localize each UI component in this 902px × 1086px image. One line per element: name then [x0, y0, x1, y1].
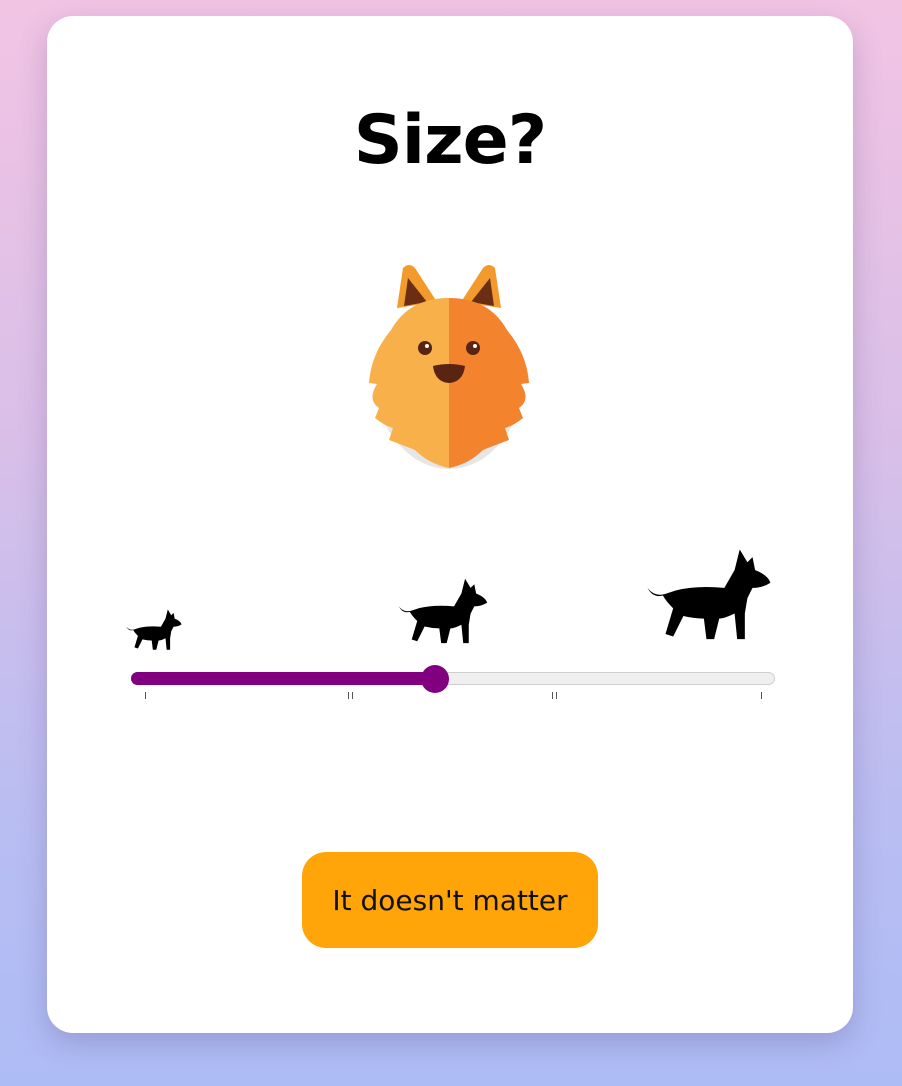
- slider-tick: [555, 692, 557, 699]
- slider-fill: [131, 672, 435, 685]
- slider-tick: [348, 692, 350, 699]
- slider-tick: [145, 692, 146, 699]
- small-dog-icon: [126, 609, 182, 650]
- slider-tick: [551, 692, 553, 699]
- slider-tick: [352, 692, 354, 699]
- page-title: Size?: [353, 101, 547, 180]
- pomeranian-dog-face-icon: [369, 265, 529, 469]
- size-slider[interactable]: [131, 664, 775, 699]
- slider-thumb[interactable]: [420, 665, 449, 693]
- slider-tick: [761, 692, 762, 699]
- it-doesnt-matter-button[interactable]: It doesn't matter: [302, 852, 598, 948]
- medium-dog-icon: [398, 578, 488, 644]
- question-card: Size? It doesn't matter: [47, 16, 853, 1033]
- large-dog-icon: [647, 549, 771, 640]
